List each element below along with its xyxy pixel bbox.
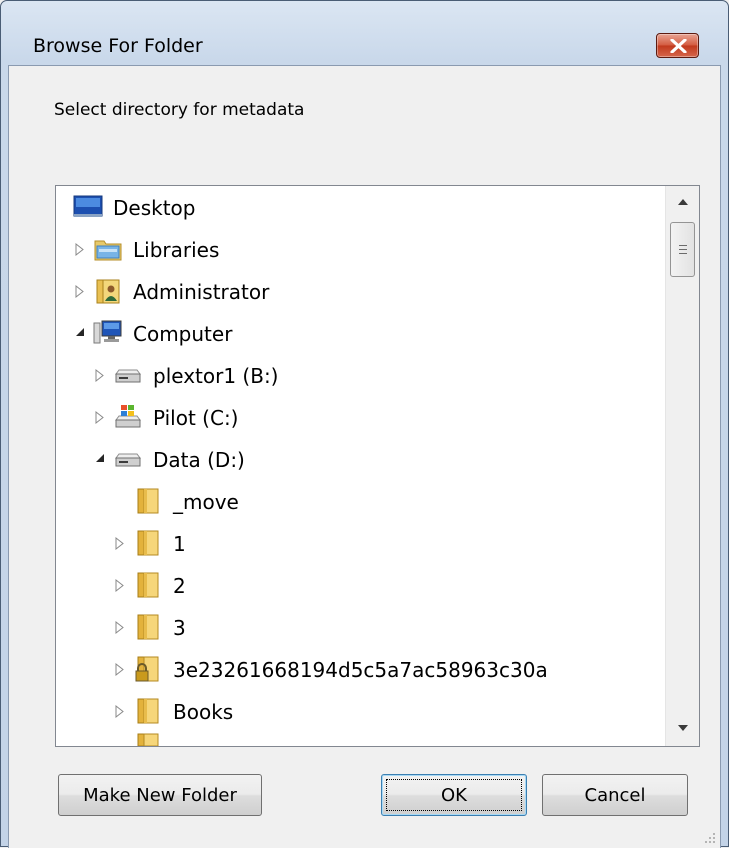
- tree-item-label: 2: [173, 574, 186, 598]
- tree-item-books[interactable]: Books: [56, 690, 666, 732]
- folder-icon: [137, 530, 159, 556]
- thumb-grip: [679, 253, 687, 254]
- scroll-up-button[interactable]: [666, 186, 699, 220]
- libraries-icon: [94, 240, 122, 261]
- tree-item-label: Computer: [133, 322, 233, 346]
- folder-icon: [137, 698, 159, 724]
- browse-for-folder-dialog: Browse For Folder Select directory for m…: [0, 0, 729, 848]
- focus-rectangle: [386, 779, 522, 811]
- tree-item-plextor1[interactable]: plextor1 (B:): [56, 354, 666, 396]
- expand-arrow-icon[interactable]: [95, 411, 104, 424]
- expand-arrow-icon[interactable]: [115, 537, 124, 550]
- folder-icon: [137, 572, 159, 598]
- folder-tree[interactable]: Desktop Libraries Administrator Computer…: [55, 185, 700, 747]
- thumb-grip: [679, 245, 687, 246]
- cancel-button[interactable]: Cancel: [542, 774, 688, 816]
- expand-arrow-icon[interactable]: [75, 243, 84, 256]
- scroll-down-button[interactable]: [666, 712, 699, 746]
- expand-arrow-icon[interactable]: [75, 285, 84, 298]
- tree-item-label: Administrator: [133, 280, 270, 304]
- title-bar[interactable]: Browse For Folder: [1, 1, 728, 65]
- tree-item-move[interactable]: _move: [56, 480, 666, 522]
- tree-item-label: Pilot (C:): [153, 406, 239, 430]
- tree-item-label: plextor1 (B:): [153, 364, 279, 388]
- expand-arrow-icon[interactable]: [115, 621, 124, 634]
- thumb-grip: [679, 249, 687, 250]
- user-folder-icon: [96, 279, 120, 304]
- tree-item-label: Desktop: [113, 196, 196, 220]
- dialog-title: Browse For Folder: [33, 35, 203, 57]
- tree-item-data-d[interactable]: Data (D:): [56, 438, 666, 480]
- tree-item-label: 3e23261668194d5c5a7ac58963c30a: [173, 658, 548, 682]
- cancel-label: Cancel: [584, 784, 646, 806]
- tree-item-folder-3[interactable]: 3: [56, 606, 666, 648]
- expand-arrow-icon[interactable]: [115, 579, 124, 592]
- tree-item-label: 1: [173, 532, 186, 556]
- make-new-folder-button[interactable]: Make New Folder: [58, 774, 262, 816]
- scroll-up-arrow-icon: [678, 199, 688, 205]
- scroll-down-arrow-icon: [678, 725, 688, 731]
- collapse-arrow-icon[interactable]: [75, 327, 85, 337]
- expand-arrow-icon[interactable]: [115, 663, 124, 676]
- close-icon: [670, 39, 687, 53]
- tree-item-libraries[interactable]: Libraries: [56, 228, 666, 270]
- tree-item-pilot[interactable]: Pilot (C:): [56, 396, 666, 438]
- drive-icon: [115, 369, 141, 383]
- vertical-scrollbar[interactable]: [665, 186, 699, 746]
- system-drive-icon: [115, 405, 141, 428]
- expand-arrow-icon[interactable]: [95, 369, 104, 382]
- tree-item-label: Libraries: [133, 238, 220, 262]
- tree-item-label: Books: [173, 700, 234, 724]
- computer-icon: [93, 320, 122, 344]
- folder-icon: [137, 733, 159, 746]
- dialog-prompt: Select directory for metadata: [54, 100, 305, 120]
- tree-item-label: _move: [173, 490, 239, 514]
- tree-item-folder-1[interactable]: 1: [56, 522, 666, 564]
- scroll-thumb[interactable]: [670, 222, 695, 277]
- drive-icon: [115, 453, 141, 467]
- folder-icon: [137, 488, 159, 514]
- folder-icon: [137, 614, 159, 640]
- collapse-arrow-icon[interactable]: [95, 453, 105, 463]
- tree-item-folder-2[interactable]: 2: [56, 564, 666, 606]
- tree-item-desktop[interactable]: Desktop: [56, 186, 666, 228]
- locked-folder-icon: [135, 656, 159, 682]
- dialog-body: Select directory for metadata Desktop Li…: [8, 65, 721, 848]
- tree-item-administrator[interactable]: Administrator: [56, 270, 666, 312]
- resize-grip-icon[interactable]: [702, 830, 716, 844]
- tree-item-label: Data (D:): [153, 448, 245, 472]
- close-button[interactable]: [656, 33, 699, 58]
- tree-item-computer[interactable]: Computer: [56, 312, 666, 354]
- tree-item-label: 3: [173, 616, 186, 640]
- expand-arrow-icon[interactable]: [115, 705, 124, 718]
- tree-item-hash-folder[interactable]: 3e23261668194d5c5a7ac58963c30a: [56, 648, 666, 690]
- make-new-folder-label: Make New Folder: [83, 784, 237, 806]
- desktop-icon: [73, 195, 103, 217]
- ok-button[interactable]: OK: [381, 774, 527, 816]
